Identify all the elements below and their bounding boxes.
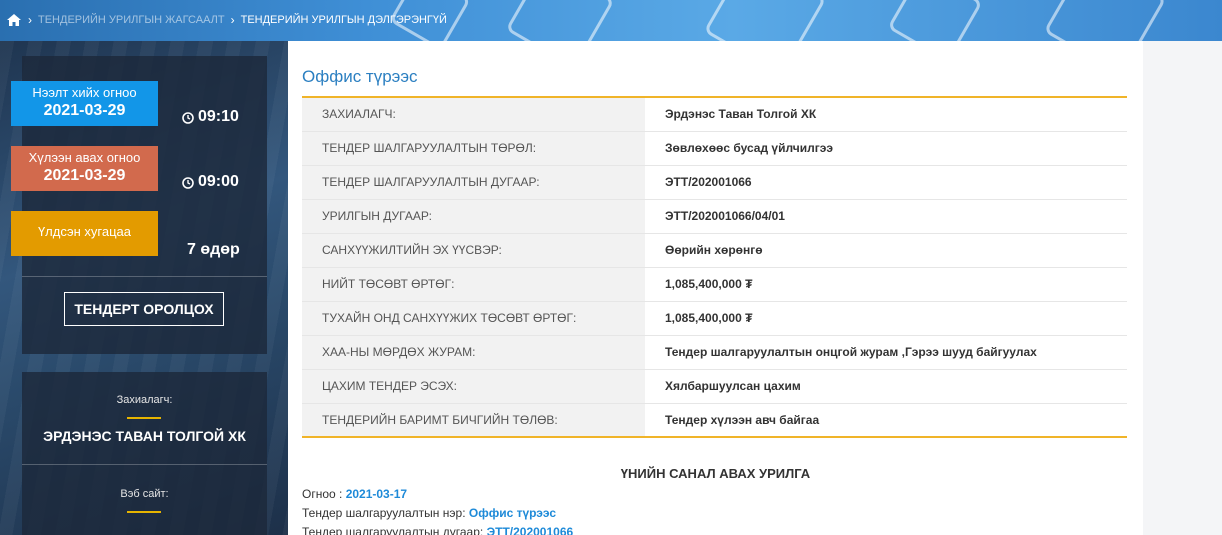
decor-shape [1043,0,1167,41]
receive-date-value: 2021-03-29 [43,167,126,184]
receive-date-label: Хүлээн авах огноо [28,150,141,165]
receive-time: 09:00 [182,173,239,191]
row-key: Тендер шалгаруулалтын төрөл: [302,131,645,166]
divider [22,464,267,465]
remaining-box: Үлдсэн хугацаа [11,211,158,256]
top-banner: › ТЕНДЕРИЙН УРИЛГЫН ЖАГСААЛТ › ТЕНДЕРИЙН… [0,0,1222,41]
open-date-value: 2021-03-29 [43,102,126,119]
detail-label: Тендер шалгаруулалтын нэр: [302,506,469,520]
detail-value: 2021-03-17 [345,487,408,501]
right-gutter [1143,41,1222,535]
open-date-box: Нээлт хийх огноо 2021-03-29 [11,81,158,126]
detail-number: Тендер шалгаруулалтын дугаар: ЭТТ/202001… [302,525,573,535]
page-title: Оффис түрээс [302,67,418,86]
detail-value: Оффис түрээс [468,506,557,520]
row-value: 1,085,400,000 ₮ [645,301,1127,336]
table-row: Тендерийн баримт бичгийн төлөв: Тендер хү… [302,403,1127,438]
join-tender-button[interactable]: ТЕНДЕРТ ОРОЛЦОХ [64,292,224,326]
decor-shape [887,0,983,41]
receive-time-value: 09:00 [198,173,239,190]
row-key: Урилгын дугаар: [302,199,645,234]
tender-info-table: Захиалагч: Эрдэнэс Таван Толгой ХК Тендер… [302,96,1127,438]
open-date-label: Нээлт хийх огноо [32,85,137,100]
clock-icon [182,111,194,124]
detail-name: Тендер шалгаруулалтын нэр: Оффис түрээс [302,506,556,520]
table-row: Тухайн онд санхүүжих төсөвт өртөг: 1,085,… [302,301,1127,336]
table-row: Цахим тендер эсэх: Хялбаршуулсан цахим [302,369,1127,404]
client-panel: Захиалагч: ЭРДЭНЭС ТАВАН ТОЛГОЙ ХК Вэб с… [22,372,267,535]
row-key: Нийт төсөвт өртөг: [302,267,645,302]
row-value: ЭТТ/202001066/04/01 [645,199,1127,234]
decor-shape [505,0,615,41]
chevron-right-icon: › [230,13,235,27]
row-key: Захиалагч: [302,97,645,132]
detail-label: Огноо : [302,487,346,501]
row-key: Санхүүжилтийн эх үүсвэр: [302,233,645,268]
row-key: ХАА-ны мөрдөх журам: [302,335,645,370]
row-value: Эрдэнэс Таван Толгой ХК [645,97,1127,132]
row-value: Өөрийн хөрөнгө [645,233,1127,268]
detail-value: ЭТТ/202001066 [486,525,574,535]
row-key: Тендерийн баримт бичгийн төлөв: [302,403,645,438]
breadcrumb-item-detail: ТЕНДЕРИЙН УРИЛГЫН ДЭЛГЭРЭНГҮЙ [240,14,447,26]
client-label: Захиалагч: [116,394,173,406]
detail-date: Огноо : 2021-03-17 [302,487,407,501]
table-row: Тендер шалгаруулалтын дугаар: ЭТТ/2020010… [302,165,1127,200]
remaining-value: 7 өдөр [187,241,240,258]
divider [22,276,267,277]
table-row: Нийт төсөвт өртөг: 1,085,400,000 ₮ [302,267,1127,302]
row-value: ЭТТ/202001066 [645,165,1127,200]
detail-label: Тендер шалгаруулалтын дугаар: [302,525,487,535]
breadcrumb-item-list[interactable]: ТЕНДЕРИЙН УРИЛГЫН ЖАГСААЛТ [38,14,225,26]
sidebar: Нээлт хийх огноо 2021-03-29 09:10 Хүлээн… [0,41,288,535]
dates-panel: Нээлт хийх огноо 2021-03-29 09:10 Хүлээн… [11,56,267,354]
row-key: Цахим тендер эсэх: [302,369,645,404]
clock-icon [182,176,194,189]
remaining-label: Үлдсэн хугацаа [37,224,132,239]
row-value: Тендер шалгаруулалтын онцгой журам ,Гэрэ… [645,335,1127,370]
client-value: ЭРДЭНЭС ТАВАН ТОЛГОЙ ХК [43,428,246,444]
row-value: Хялбаршуулсан цахим [645,369,1127,404]
row-key: Тендер шалгаруулалтын дугаар: [302,165,645,200]
breadcrumb: › ТЕНДЕРИЙН УРИЛГЫН ЖАГСААЛТ › ТЕНДЕРИЙН… [6,13,447,27]
receive-date-box: Хүлээн авах огноо 2021-03-29 [11,146,158,191]
table-row: Тендер шалгаруулалтын төрөл: Зөвлөхөөс бу… [302,131,1127,166]
open-time-value: 09:10 [198,108,239,125]
table-row: Санхүүжилтийн эх үүсвэр: Өөрийн хөрөнгө [302,233,1127,268]
decor-shape [703,0,827,41]
home-icon[interactable] [6,13,22,27]
website-label: Вэб сайт: [120,488,169,500]
row-value: Зөвлөхөөс бусад үйлчилгээ [645,131,1127,166]
chevron-right-icon: › [28,13,32,27]
gold-underline [127,417,161,419]
table-row: Урилгын дугаар: ЭТТ/202001066/04/01 [302,199,1127,234]
row-value: Тендер хүлээн авч байгаа [645,403,1127,438]
row-value: 1,085,400,000 ₮ [645,267,1127,302]
open-time: 09:10 [182,108,239,126]
row-key: Тухайн онд санхүүжих төсөвт өртөг: [302,301,645,336]
main-content: Оффис түрээс Захиалагч: Эрдэнэс Таван Тол… [288,41,1143,535]
section-title: ҮНИЙН САНАЛ АВАХ УРИЛГА [620,466,811,481]
table-row: ХАА-ны мөрдөх журам: Тендер шалгаруулалты… [302,335,1127,370]
table-row: Захиалагч: Эрдэнэс Таван Толгой ХК [302,97,1127,132]
gold-underline [127,511,161,513]
